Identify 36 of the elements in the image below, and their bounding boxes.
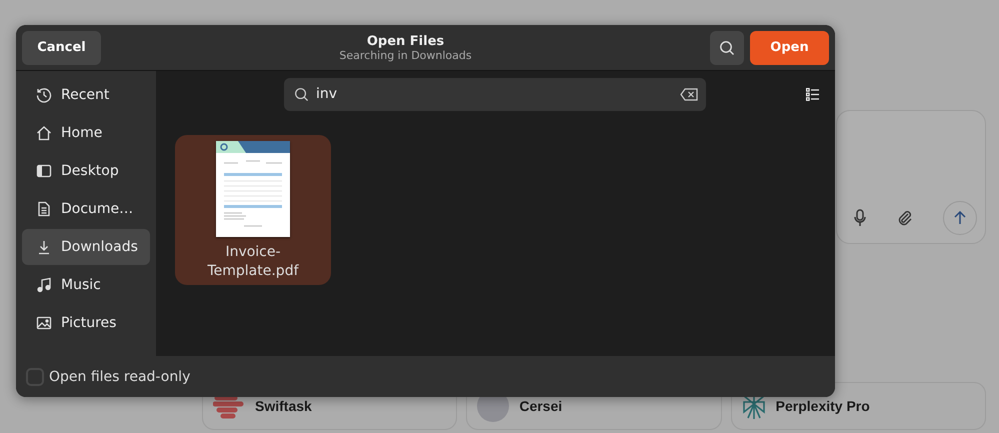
sidebar-item[interactable]: Desktop xyxy=(22,153,150,189)
file-item[interactable]: Invoice- Template.pdf xyxy=(175,135,331,285)
open-button[interactable]: Open xyxy=(750,30,829,64)
desktop-icon xyxy=(36,163,52,179)
checkbox-label: Open files read-only xyxy=(49,368,190,384)
dialog-title: Open Files xyxy=(366,34,444,48)
clear-icon[interactable] xyxy=(680,88,698,100)
clock-icon xyxy=(36,87,52,103)
sidebar-item[interactable]: Docume… xyxy=(22,191,150,227)
cancel-button[interactable]: Cancel xyxy=(22,30,101,64)
sidebar-item[interactable]: Home xyxy=(22,115,150,151)
search-button[interactable] xyxy=(710,30,744,64)
search-icon xyxy=(719,40,735,56)
sidebar-item[interactable]: Pictures xyxy=(22,305,150,341)
read-only-checkbox[interactable]: Open files read-only xyxy=(26,368,190,386)
search-icon xyxy=(294,86,309,102)
microphone-icon[interactable] xyxy=(853,209,867,227)
download-icon xyxy=(36,239,52,255)
assistant-name: Perplexity Pro xyxy=(776,398,870,414)
sidebar-item[interactable]: Music xyxy=(22,267,150,303)
checkbox[interactable] xyxy=(26,368,44,386)
send-button[interactable] xyxy=(943,201,977,235)
list-view-icon[interactable] xyxy=(806,88,819,100)
paperclip-icon[interactable] xyxy=(897,210,913,226)
assistant-name: Cersei xyxy=(519,398,562,414)
music-note-icon xyxy=(36,277,52,293)
search-field[interactable]: inv xyxy=(284,78,706,110)
chat-input-box[interactable] xyxy=(836,110,986,244)
arrow-up-icon xyxy=(954,211,966,225)
sidebar-item[interactable]: Downloads xyxy=(22,229,150,265)
dialog-subtitle: Searching in Downloads xyxy=(339,48,472,62)
document-icon xyxy=(36,201,52,217)
image-icon xyxy=(36,315,52,331)
assistant-name: Swiftask xyxy=(255,398,312,414)
sidebar-item[interactable]: Recent xyxy=(22,77,150,113)
home-icon xyxy=(36,125,52,141)
